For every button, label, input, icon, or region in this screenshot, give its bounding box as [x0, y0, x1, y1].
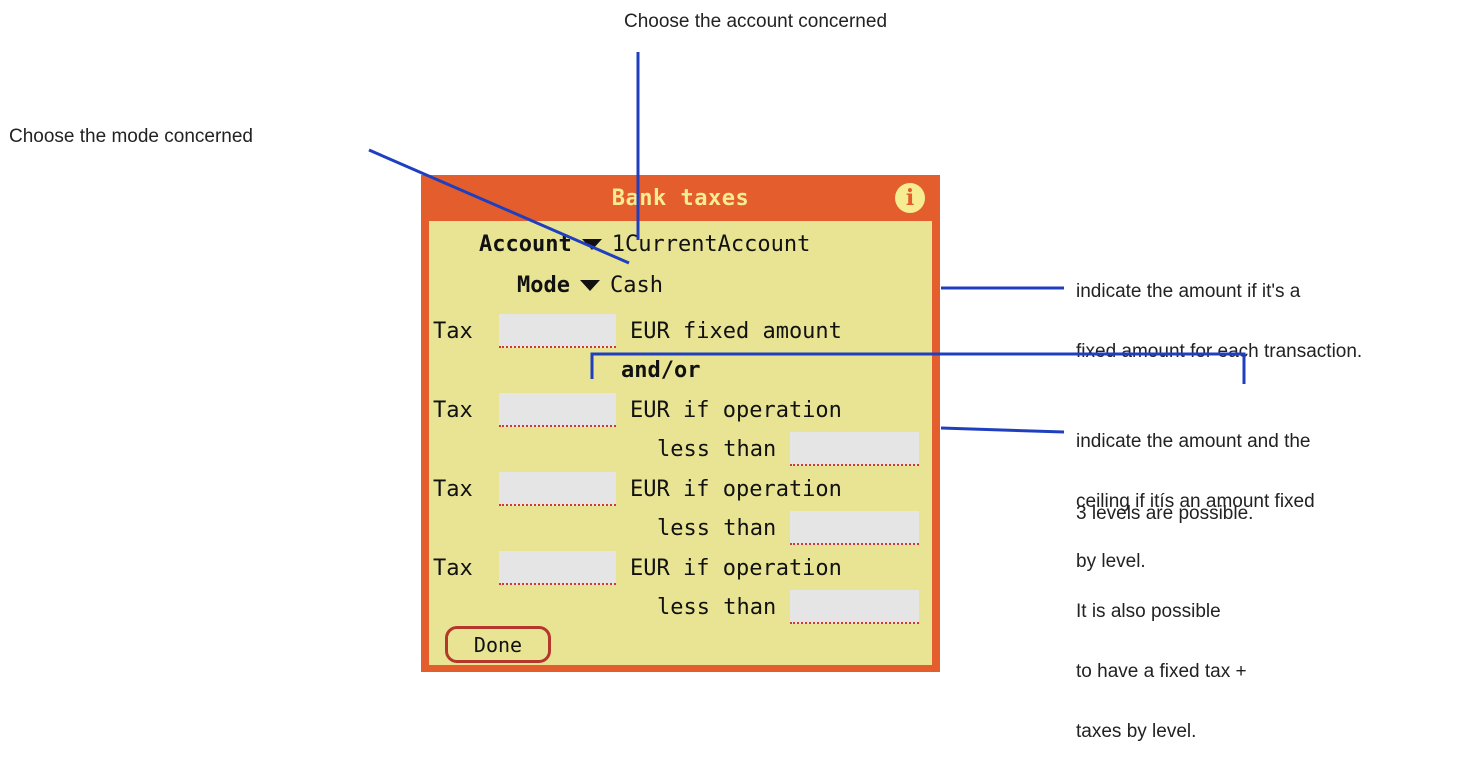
level3-tax-row: Tax EUR if operation: [433, 550, 842, 586]
account-value[interactable]: 1CurrentAccount: [612, 232, 811, 257]
dialog-panel: Account 1CurrentAccount Mode Cash Tax EU…: [429, 221, 932, 665]
level3-ceiling-input[interactable]: [790, 590, 919, 624]
dialog-titlebar: Bank taxes i: [421, 175, 940, 221]
info-icon[interactable]: i: [895, 183, 925, 213]
level2-tax-input[interactable]: [499, 472, 616, 506]
level2-operation-text: EUR if operation: [630, 476, 842, 502]
mode-row: Mode Cash: [517, 268, 663, 302]
level1-tax-row: Tax EUR if operation: [433, 392, 842, 428]
level1-operation-text: EUR if operation: [630, 397, 842, 423]
annotation-combo-line-1: It is also possible: [1076, 601, 1221, 622]
account-row: Account 1CurrentAccount: [479, 227, 810, 261]
level2-ceiling-row: less than: [657, 510, 919, 546]
annotation-fixed-line-1: indicate the amount if it's a: [1076, 281, 1301, 302]
level3-less-than: less than: [657, 594, 777, 620]
level1-tax-label: Tax: [433, 397, 473, 423]
level3-tax-input[interactable]: [499, 551, 616, 585]
bank-taxes-dialog: Bank taxes i Account 1CurrentAccount Mod…: [421, 175, 940, 672]
annotation-combo-line-3: taxes by level.: [1076, 721, 1197, 742]
annotation-mode: Choose the mode concerned: [9, 126, 253, 147]
annotation-level-line-1: indicate the amount and the: [1076, 431, 1311, 452]
done-button[interactable]: Done: [445, 626, 551, 663]
mode-label: Mode: [517, 272, 570, 298]
fixed-tax-row: Tax EUR fixed amount: [433, 313, 842, 349]
fixed-tax-label: Tax: [433, 318, 473, 344]
account-dropdown-arrow-icon[interactable]: [581, 238, 602, 250]
level2-less-than: less than: [657, 515, 777, 541]
level1-ceiling-row: less than: [657, 431, 919, 467]
annotation-account: Choose the account concerned: [624, 11, 888, 32]
level1-less-than: less than: [657, 436, 777, 462]
level1-ceiling-input[interactable]: [790, 432, 919, 466]
fixed-tax-input[interactable]: [499, 314, 616, 348]
annotation-combo: It is also possible to have a fixed tax …: [1076, 562, 1247, 762]
callout-level-line: [940, 426, 1065, 434]
level1-tax-input[interactable]: [499, 393, 616, 427]
annotation-levels-count: 3 levels are possible.: [1076, 503, 1254, 524]
annotation-fixed: indicate the amount if it's a fixed amou…: [1076, 242, 1362, 382]
level3-ceiling-row: less than: [657, 589, 919, 625]
level2-ceiling-input[interactable]: [790, 511, 919, 545]
fixed-amount-text: EUR fixed amount: [630, 318, 842, 344]
annotation-fixed-line-2: fixed amount for each transaction.: [1076, 341, 1363, 362]
mode-dropdown-arrow-icon[interactable]: [579, 279, 600, 291]
level2-tax-label: Tax: [433, 476, 473, 502]
account-label: Account: [479, 231, 572, 257]
level2-tax-row: Tax EUR if operation: [433, 471, 842, 507]
level3-operation-text: EUR if operation: [630, 555, 842, 581]
mode-value[interactable]: Cash: [610, 273, 663, 298]
level3-tax-label: Tax: [433, 555, 473, 581]
dialog-title: Bank taxes: [611, 185, 750, 211]
annotation-combo-line-2: to have a fixed tax +: [1076, 661, 1247, 682]
and-or-label: and/or: [621, 357, 701, 383]
